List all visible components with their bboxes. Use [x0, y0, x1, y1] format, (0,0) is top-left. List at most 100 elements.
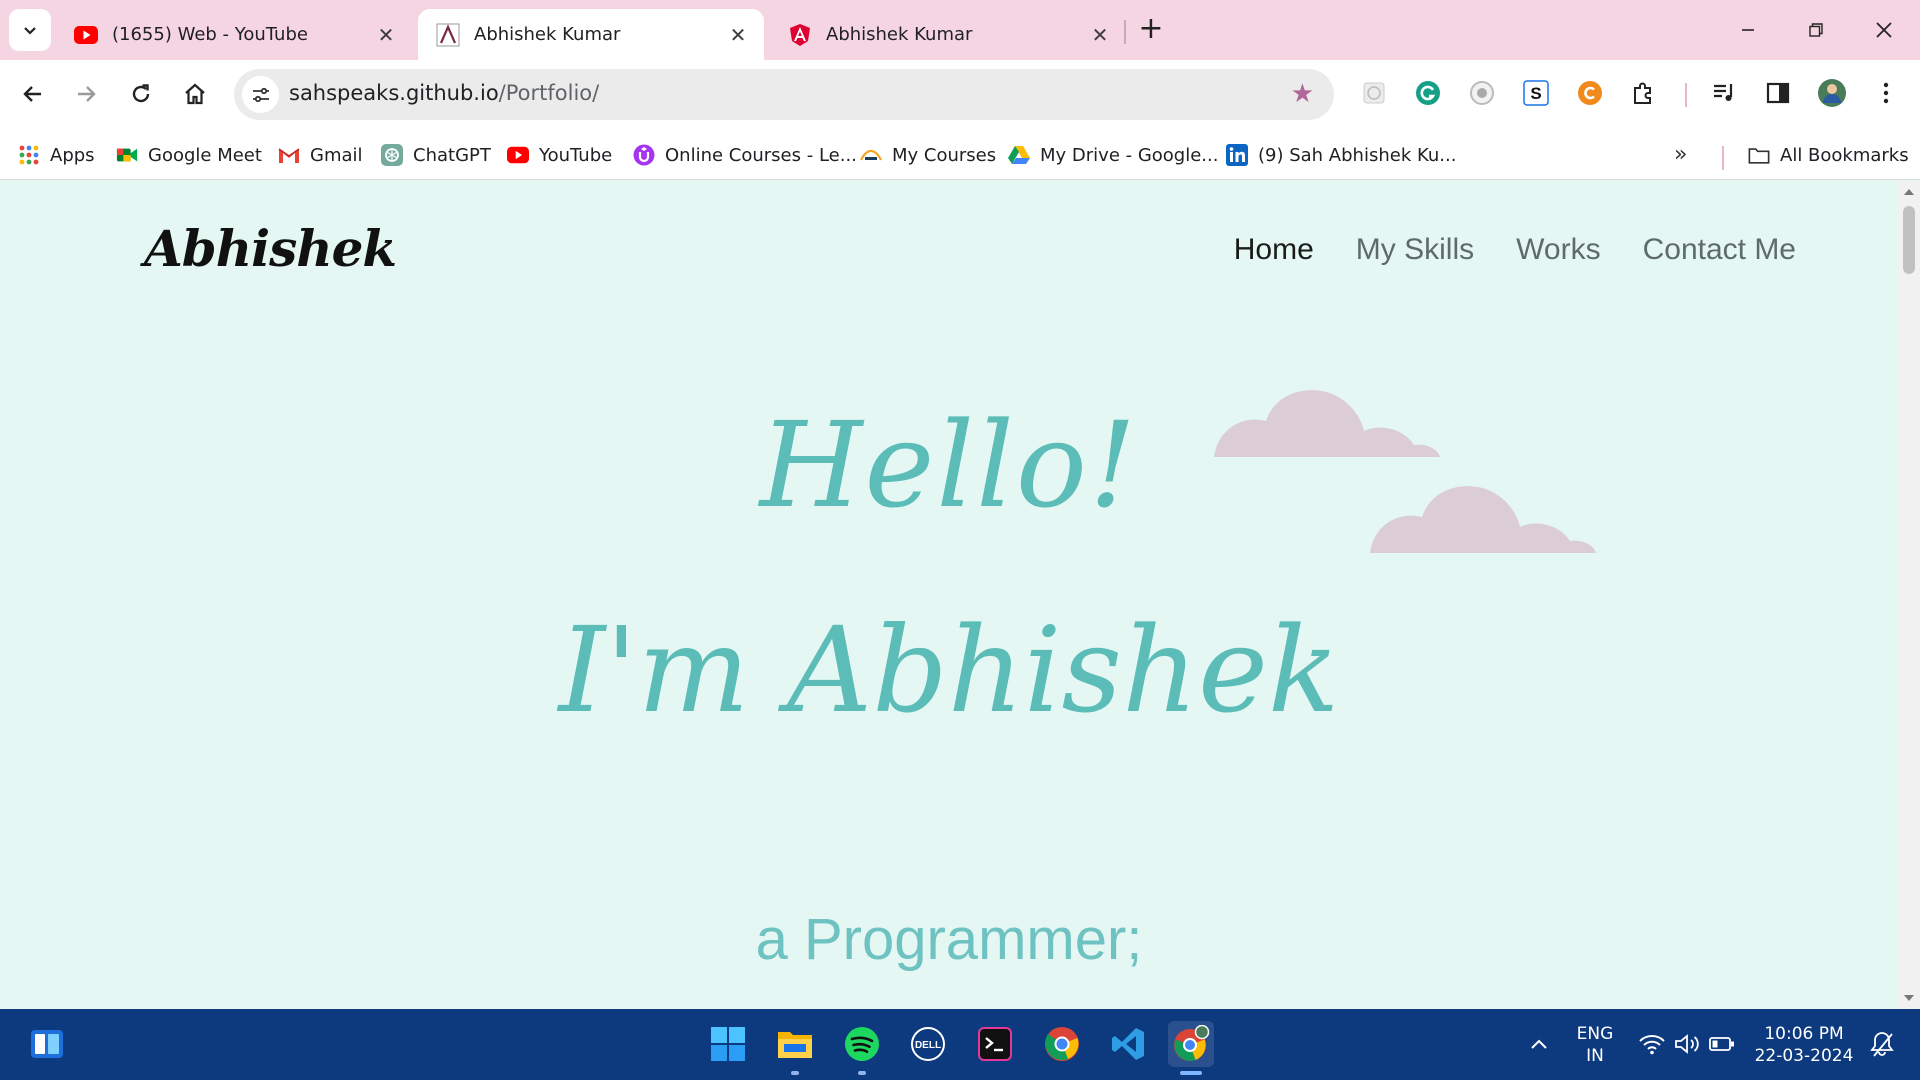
svg-text:DELL: DELL	[915, 1040, 941, 1051]
bookmark-gmail[interactable]: Gmail	[278, 140, 363, 170]
site-info-button[interactable]	[242, 76, 279, 113]
bookmark-my-courses[interactable]: My Courses	[860, 140, 996, 170]
kebab-menu-icon[interactable]	[1870, 77, 1902, 109]
profile-avatar[interactable]	[1816, 77, 1848, 109]
close-icon	[1876, 22, 1892, 38]
chrome-profile-icon	[1174, 1025, 1210, 1061]
active-indicator	[1180, 1071, 1202, 1075]
tab-title: Abhishek Kumar	[826, 24, 973, 45]
reload-icon	[132, 84, 150, 103]
chrome-profile-button[interactable]	[1168, 1021, 1214, 1075]
terminal-button[interactable]	[972, 1021, 1018, 1067]
s-extension-icon[interactable]: S	[1520, 77, 1552, 109]
tab-angular[interactable]: Abhishek Kumar ✕	[770, 9, 1126, 60]
scrollbar-thumb[interactable]	[1903, 206, 1915, 274]
site-logo[interactable]: Abhishek	[144, 219, 397, 278]
browser-toolbar: sahspeaks.github.io/Portfolio/ ★ S	[0, 60, 1920, 130]
running-indicator	[791, 1071, 799, 1075]
close-window-button[interactable]	[1864, 12, 1904, 48]
widgets-button[interactable]	[24, 1021, 70, 1067]
tab-title: (1655) Web - YouTube	[112, 24, 308, 45]
bookmark-youtube[interactable]: YouTube	[507, 140, 612, 170]
apps-grid-icon	[18, 144, 40, 166]
scroll-down-arrow-icon[interactable]	[1904, 995, 1914, 1001]
tab-search-button[interactable]	[9, 9, 51, 51]
nav-home[interactable]: Home	[1234, 233, 1314, 267]
bookmark-linkedin[interactable]: (9) Sah Abhishek Ku...	[1226, 140, 1456, 170]
nav-my-skills[interactable]: My Skills	[1356, 233, 1474, 267]
start-button[interactable]	[705, 1021, 751, 1067]
wifi-icon	[1639, 1035, 1665, 1055]
clock-time: 10:06 PM	[1764, 1024, 1844, 1044]
orange-extension-icon[interactable]	[1574, 77, 1606, 109]
dell-icon: DELL	[911, 1027, 945, 1061]
grammarly-icon[interactable]	[1412, 77, 1444, 109]
close-icon[interactable]: ✕	[1088, 23, 1112, 47]
extension-ghost-icon[interactable]	[1358, 77, 1390, 109]
tab-youtube[interactable]: (1655) Web - YouTube ✕	[56, 9, 412, 60]
bookmark-star-icon[interactable]: ★	[1291, 79, 1314, 109]
bookmark-label: Online Courses - Le...	[665, 144, 857, 166]
bookmarks-overflow-icon[interactable]: »	[1674, 142, 1687, 167]
media-control-icon[interactable]	[1708, 77, 1740, 109]
notification-bell-icon	[1870, 1032, 1894, 1057]
chrome-button[interactable]	[1039, 1021, 1085, 1067]
hero-greeting: Hello!	[759, 396, 1139, 534]
bookmark-label: YouTube	[539, 144, 613, 166]
google-drive-icon	[1008, 144, 1030, 166]
nav-works[interactable]: Works	[1516, 233, 1600, 267]
restore-icon	[1809, 23, 1823, 37]
bookmark-apps[interactable]: Apps	[18, 140, 95, 170]
reload-button[interactable]	[121, 74, 161, 114]
terminal-icon	[978, 1027, 1012, 1061]
clock[interactable]: 10:06 PM 22-03-2024	[1748, 1023, 1860, 1067]
close-icon[interactable]: ✕	[374, 23, 398, 47]
bookmark-online-courses[interactable]: Online Courses - Le...	[633, 140, 857, 170]
all-bookmarks-button[interactable]: All Bookmarks	[1748, 140, 1909, 170]
angular-icon	[788, 23, 812, 47]
quick-settings-button[interactable]	[1632, 1021, 1742, 1067]
page-scrollbar[interactable]	[1898, 181, 1920, 1009]
chevron-up-icon	[1531, 1039, 1547, 1049]
chatgpt-icon	[381, 144, 403, 166]
side-panel-icon[interactable]	[1762, 77, 1794, 109]
gmail-icon	[278, 144, 300, 166]
extensions-puzzle-icon[interactable]	[1628, 77, 1660, 109]
capture-extension-icon[interactable]	[1466, 77, 1498, 109]
nav-contact-me[interactable]: Contact Me	[1643, 233, 1796, 267]
file-explorer-button[interactable]	[772, 1021, 818, 1075]
forward-button[interactable]	[66, 74, 106, 114]
folder-icon	[778, 1032, 812, 1058]
home-icon	[185, 83, 205, 105]
back-button[interactable]	[13, 74, 53, 114]
home-button[interactable]	[175, 74, 215, 114]
url-path: /Portfolio/	[498, 81, 600, 105]
google-meet-icon	[116, 144, 138, 166]
scroll-up-arrow-icon[interactable]	[1904, 189, 1914, 195]
minimize-button[interactable]	[1728, 12, 1768, 48]
bookmark-label: My Courses	[892, 144, 997, 166]
bookmark-chatgpt[interactable]: ChatGPT	[381, 140, 491, 170]
hero-role: a Programmer;	[755, 907, 1143, 972]
notifications-button[interactable]	[1866, 1021, 1898, 1067]
close-icon[interactable]: ✕	[726, 23, 750, 47]
udemy-icon	[633, 144, 655, 166]
tray-overflow-button[interactable]	[1516, 1021, 1562, 1067]
language-indicator[interactable]: ENG IN	[1570, 1023, 1620, 1067]
vscode-button[interactable]	[1105, 1021, 1151, 1067]
new-tab-button[interactable]: +	[1136, 12, 1166, 48]
restore-button[interactable]	[1796, 12, 1836, 48]
linkedin-icon	[1226, 144, 1248, 166]
youtube-icon	[74, 23, 98, 47]
bookmark-google-meet[interactable]: Google Meet	[116, 140, 262, 170]
site-nav: Home My Skills Works Contact Me	[1234, 233, 1796, 267]
bookmark-my-drive[interactable]: My Drive - Google...	[1008, 140, 1218, 170]
tab-portfolio[interactable]: Abhishek Kumar ✕	[418, 9, 764, 60]
spotify-button[interactable]	[839, 1021, 885, 1075]
dell-button[interactable]: DELL	[905, 1021, 951, 1067]
forward-arrow-icon	[78, 86, 96, 102]
folder-icon	[1748, 144, 1770, 166]
address-bar[interactable]: sahspeaks.github.io/Portfolio/ ★	[234, 69, 1334, 120]
bookmark-label: Apps	[50, 144, 95, 166]
tab-strip: (1655) Web - YouTube ✕ Abhishek Kumar ✕ …	[0, 0, 1920, 60]
